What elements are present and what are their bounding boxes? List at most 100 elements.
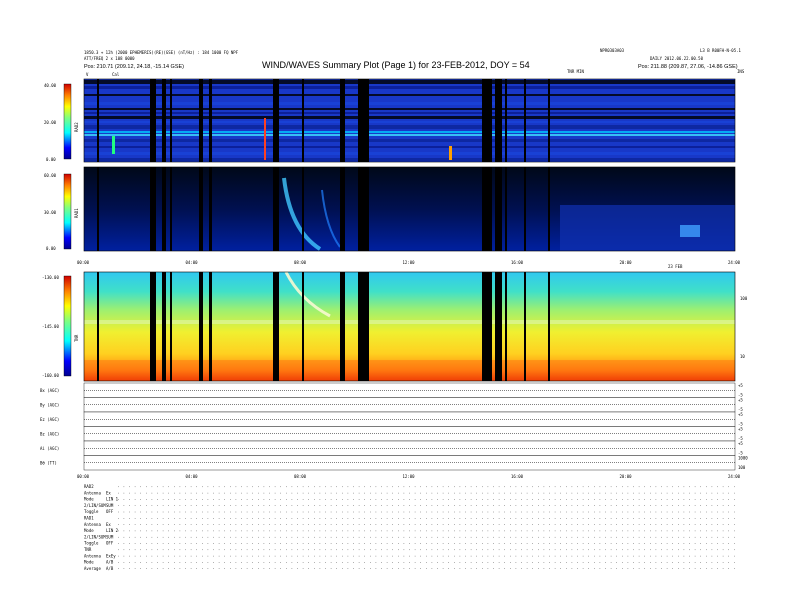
gap-2-0 — [162, 79, 166, 162]
settings-value-7: LIN 2 — [106, 528, 119, 533]
time-axis-bottom: 00:00 04:00 08:00 12:00 16:00 20:00 24:00 — [77, 474, 741, 479]
trace-label-1: By (AGC) — [40, 402, 59, 407]
settings-value-4: OFF — [106, 509, 114, 514]
tnr-right-tick-100: 100 — [740, 296, 748, 301]
rad2-band-7 — [84, 121, 735, 123]
time-axis-top-tick-6: 24:00 — [728, 260, 741, 265]
gap-5-2 — [209, 272, 212, 381]
rad1-colorbar — [63, 173, 72, 250]
gap-4-0 — [199, 79, 203, 162]
marker-right: INS — [737, 69, 745, 74]
settings-label-9: Toggle — [84, 541, 99, 546]
settings-value-8: SUM — [106, 534, 114, 539]
rad2-cbar-tick-mid: 20.00 — [44, 120, 57, 125]
rad1-panel: 60.00 30.00 0.00 RAD1 — [44, 167, 735, 251]
settings-value-12: A/B — [106, 560, 114, 565]
rad1-cbar-tick-top: 60.00 — [44, 173, 57, 178]
time-axis-bottom-tick-6: 24:00 — [728, 474, 741, 479]
header-left-pos: Pos: 210.71 (209.12, 24.18, -15.14 GSE) — [84, 64, 184, 70]
tnr-right-tick-10: 10 — [740, 354, 745, 359]
trace-tick-top-1: +5 — [738, 398, 743, 403]
gap-13-0 — [524, 79, 526, 162]
gap-3-0 — [170, 79, 172, 162]
trace-tick-top-2: +5 — [738, 412, 743, 417]
rad2-band-14 — [84, 158, 735, 161]
rad2-cbar-tick-top: 40.00 — [44, 83, 57, 88]
gap-12-2 — [505, 272, 507, 381]
rad2-band-10 — [84, 134, 735, 136]
gap-9-0 — [358, 79, 369, 162]
gap-9-1 — [358, 167, 369, 251]
settings-value-11: ExEy — [106, 553, 116, 558]
tnr-bottom-band — [84, 360, 735, 381]
time-axis-top-tick-1: 04:00 — [186, 260, 199, 265]
rad2-band-4 — [84, 108, 735, 110]
settings-label-11: Antenna — [84, 553, 101, 558]
header-right-info-2: DAILY 2012.06.22.00.50 — [650, 56, 704, 61]
rad2-band-8 — [84, 125, 735, 129]
gap-14-1 — [548, 167, 550, 251]
trace-tick-top-3: +5 — [738, 427, 743, 432]
rad2-cbar-tick-bottom: 0.00 — [46, 157, 56, 162]
time-axis-top-tick-4: 16:00 — [511, 260, 524, 265]
gap-10-0 — [482, 79, 492, 162]
rad2-band-13 — [84, 152, 735, 155]
marker-cal: Cal — [112, 72, 120, 77]
gap-6-2 — [273, 272, 279, 381]
header-right-pos: Pos: 211.88 (209.87, 27.06, -14.86 GSE) — [638, 64, 738, 70]
time-axis-bottom-tick-3: 12:00 — [403, 474, 416, 479]
trace-frame-0 — [83, 382, 736, 398]
settings-label-5: RAD1 — [84, 516, 94, 521]
gap-10-1 — [482, 167, 492, 251]
time-axis-bottom-tick-1: 04:00 — [186, 474, 199, 479]
gap-0-1 — [97, 167, 99, 251]
rad2-band-6 — [84, 116, 735, 119]
gap-3-2 — [170, 272, 172, 381]
gap-13-2 — [524, 272, 526, 381]
gap-7-1 — [302, 167, 304, 251]
rad2-colorbar — [63, 83, 72, 160]
rad1-label: RAD1 — [74, 208, 79, 218]
page-title: WIND/WAVES Summary Plot (Page 1) for 23-… — [262, 60, 530, 70]
gap-1-2 — [150, 272, 156, 381]
gap-8-0 — [340, 79, 345, 162]
rad2-band-1 — [84, 86, 735, 89]
settings-value-2: LIN 1 — [106, 497, 119, 502]
rad2-band-5 — [84, 112, 735, 114]
header-right-info-1: L3 B R00FH-N-05.1 — [700, 48, 742, 53]
gap-9-2 — [358, 272, 369, 381]
gap-1-1 — [150, 167, 156, 251]
settings-label-4: Toggle — [84, 509, 99, 514]
rad2-label: RAD2 — [74, 122, 79, 132]
tnr-cbar-tick-bottom: -160.00 — [42, 373, 59, 378]
gap-5-0 — [209, 79, 212, 162]
settings-label-1: Antenna — [84, 490, 101, 495]
gap-11-0 — [495, 79, 502, 162]
settings-value-6: Ex — [106, 522, 111, 527]
gap-2-2 — [162, 272, 166, 381]
time-axis-top: 00:00 04:00 08:00 12:00 16:00 20:00 24:00 — [77, 260, 741, 265]
gap-12-0 — [505, 79, 507, 162]
rad1-cbar-tick-mid: 30.00 — [44, 210, 57, 215]
settings-label-2: Mode — [84, 497, 94, 502]
trace-frame-3 — [83, 426, 736, 442]
summary-plot: 1850.3 + 12h (2000 EPHEMERIS)(RE)(GSE) (… — [40, 48, 748, 571]
settings-label-10: TNR — [84, 547, 92, 552]
gap-4-2 — [199, 272, 203, 381]
tnr-cbar-tick-mid: -145.00 — [42, 324, 59, 329]
trace-frame-1 — [83, 397, 736, 413]
trace-tick-top-4: +5 — [738, 441, 743, 446]
settings-label-12: Mode — [84, 560, 94, 565]
gap-5-1 — [209, 167, 212, 251]
trace-frame-2 — [83, 411, 736, 427]
trace-tick-bottom-5: 100 — [738, 465, 746, 470]
settings-value-1: Ex — [106, 490, 111, 495]
gap-0-0 — [97, 79, 99, 162]
tnr-panel: -130.00 -145.00 -160.00 TNR 100 10 — [42, 271, 748, 381]
tnr-colorbar — [63, 275, 72, 377]
rad2-feature-green — [112, 136, 115, 154]
gap-11-2 — [495, 272, 502, 381]
header-center-right-info: NPR0303A03 — [600, 48, 625, 53]
gap-7-2 — [302, 272, 304, 381]
gap-14-2 — [548, 272, 550, 381]
